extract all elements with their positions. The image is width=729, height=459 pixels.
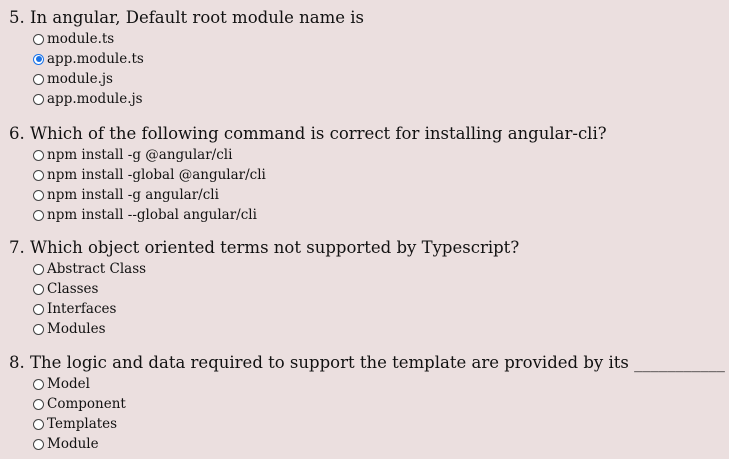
q5-option-app-module-ts[interactable]: app.module.ts <box>33 49 724 69</box>
question-7-text: 7. Which object oriented terms not suppo… <box>9 238 520 257</box>
radio-button-icon[interactable] <box>33 378 44 390</box>
radio-button-icon[interactable] <box>33 303 44 315</box>
radio-button-icon[interactable] <box>33 438 44 450</box>
q8-option-templates[interactable]: Templates <box>33 414 724 434</box>
question-5-options: module.ts app.module.ts module.js app.mo… <box>33 29 724 109</box>
q5-option-module-ts[interactable]: module.ts <box>33 29 724 49</box>
q7-option-abstract-class[interactable]: Abstract Class <box>33 259 724 279</box>
option-label: Component <box>47 396 126 412</box>
radio-button-icon[interactable] <box>33 398 44 410</box>
question-8-options: Model Component Templates Module <box>33 374 724 454</box>
radio-button-icon[interactable] <box>33 209 44 221</box>
option-label: module.ts <box>47 31 115 47</box>
option-label: npm install -g angular/cli <box>47 187 219 203</box>
q6-option-2[interactable]: npm install -global @angular/cli <box>33 165 724 185</box>
q5-option-module-js[interactable]: module.js <box>33 69 724 89</box>
option-label: app.module.js <box>47 91 143 107</box>
q7-option-modules[interactable]: Modules <box>33 319 724 339</box>
quiz-form: 5. In angular, Default root module name … <box>9 7 725 454</box>
radio-button-icon[interactable] <box>33 263 44 275</box>
question-8-text: 8. The logic and data required to suppor… <box>9 353 725 372</box>
question-5: 5. In angular, Default root module name … <box>9 7 724 109</box>
radio-button-icon[interactable] <box>33 149 44 161</box>
q5-option-app-module-js[interactable]: app.module.js <box>33 89 724 109</box>
q7-option-classes[interactable]: Classes <box>33 279 724 299</box>
option-label: npm install -global @angular/cli <box>47 167 266 183</box>
question-6: 6. Which of the following command is cor… <box>9 123 724 225</box>
option-label: module.js <box>47 71 113 87</box>
radio-button-icon[interactable] <box>33 73 44 85</box>
option-label: Model <box>47 376 90 392</box>
option-label: Templates <box>47 416 118 432</box>
radio-button-selected-icon[interactable] <box>33 53 44 65</box>
question-5-text: 5. In angular, Default root module name … <box>9 8 364 27</box>
question-8: 8. The logic and data required to suppor… <box>9 352 725 454</box>
option-label: npm install --global angular/cli <box>47 207 257 223</box>
question-6-options: npm install -g @angular/cli npm install … <box>33 145 724 225</box>
radio-button-icon[interactable] <box>33 323 44 335</box>
q7-option-interfaces[interactable]: Interfaces <box>33 299 724 319</box>
q6-option-3[interactable]: npm install -g angular/cli <box>33 185 724 205</box>
option-label: app.module.ts <box>47 51 144 67</box>
radio-button-icon[interactable] <box>33 169 44 181</box>
question-6-text: 6. Which of the following command is cor… <box>9 124 607 143</box>
option-label: Interfaces <box>47 301 117 317</box>
radio-button-icon[interactable] <box>33 283 44 295</box>
radio-button-icon[interactable] <box>33 418 44 430</box>
radio-button-icon[interactable] <box>33 93 44 105</box>
option-label: Classes <box>47 281 99 297</box>
option-label: Module <box>47 436 99 452</box>
radio-button-icon[interactable] <box>33 189 44 201</box>
q8-option-component[interactable]: Component <box>33 394 724 414</box>
radio-button-icon[interactable] <box>33 33 44 45</box>
option-label: npm install -g @angular/cli <box>47 147 233 163</box>
q6-option-1[interactable]: npm install -g @angular/cli <box>33 145 724 165</box>
q8-option-model[interactable]: Model <box>33 374 724 394</box>
question-7-options: Abstract Class Classes Interfaces Module… <box>33 259 724 339</box>
q8-option-module[interactable]: Module <box>33 434 724 454</box>
question-7: 7. Which object oriented terms not suppo… <box>9 237 724 339</box>
option-label: Modules <box>47 321 106 337</box>
option-label: Abstract Class <box>47 261 147 277</box>
q6-option-4[interactable]: npm install --global angular/cli <box>33 205 724 225</box>
